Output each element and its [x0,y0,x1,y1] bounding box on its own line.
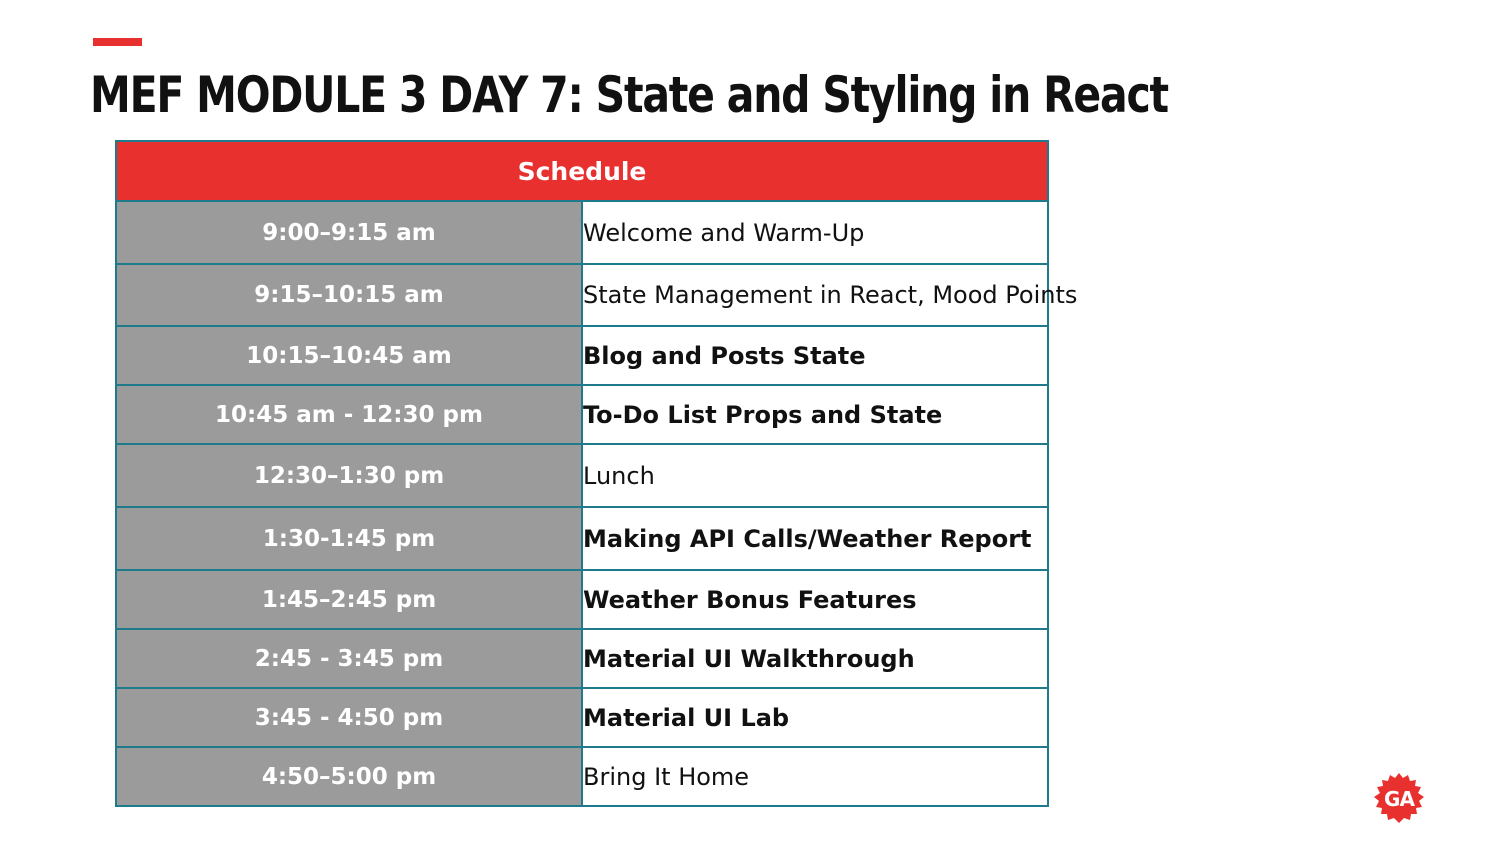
time-cell: 9:00–9:15 am [115,200,583,265]
activity-cell: Bring It Home [581,746,1049,807]
table-row: 1:30-1:45 pm Making API Calls/Weather Re… [115,506,1049,571]
table-row: 12:30–1:30 pm Lunch [115,443,1049,508]
ga-logo-text: GA [1384,787,1415,811]
table-row: 1:45–2:45 pm Weather Bonus Features [115,569,1049,630]
activity-cell: Material UI Lab [581,687,1049,748]
time-cell: 3:45 - 4:50 pm [115,687,583,748]
schedule-table: Schedule 9:00–9:15 am Welcome and Warm-U… [115,140,1077,807]
table-row: 9:15–10:15 am State Management in React,… [115,263,1077,327]
activity-cell: Welcome and Warm-Up [581,200,1049,265]
activity-cell: Weather Bonus Features [581,569,1049,630]
schedule-header-row: Schedule [115,140,1049,202]
activity-cell: To-Do List Props and State [581,384,1049,445]
activity-cell: Material UI Walkthrough [581,628,1049,689]
table-row: 10:15–10:45 am Blog and Posts State [115,325,1049,386]
time-cell: 10:45 am - 12:30 pm [115,384,583,445]
activity-cell: Making API Calls/Weather Report [581,506,1049,571]
activity-cell: Lunch [581,443,1049,508]
table-row: 10:45 am - 12:30 pm To-Do List Props and… [115,384,1049,445]
time-cell: 1:45–2:45 pm [115,569,583,630]
table-row: 9:00–9:15 am Welcome and Warm-Up [115,200,1049,265]
table-row: 4:50–5:00 pm Bring It Home [115,746,1049,807]
schedule-header: Schedule [115,140,1049,202]
time-cell: 9:15–10:15 am [115,263,583,327]
table-row: 2:45 - 3:45 pm Material UI Walkthrough [115,628,1049,689]
time-cell: 10:15–10:45 am [115,325,583,386]
time-cell: 4:50–5:00 pm [115,746,583,807]
title-accent-bar [93,38,142,46]
time-cell: 12:30–1:30 pm [115,443,583,508]
slide-title: MEF MODULE 3 DAY 7: State and Styling in… [90,66,1169,124]
time-cell: 1:30-1:45 pm [115,506,583,571]
time-cell: 2:45 - 3:45 pm [115,628,583,689]
table-row: 3:45 - 4:50 pm Material UI Lab [115,687,1049,748]
activity-cell: State Management in React, Mood Points [581,263,1077,327]
activity-cell: Blog and Posts State [581,325,1049,386]
ga-logo-icon: GA [1374,773,1424,823]
